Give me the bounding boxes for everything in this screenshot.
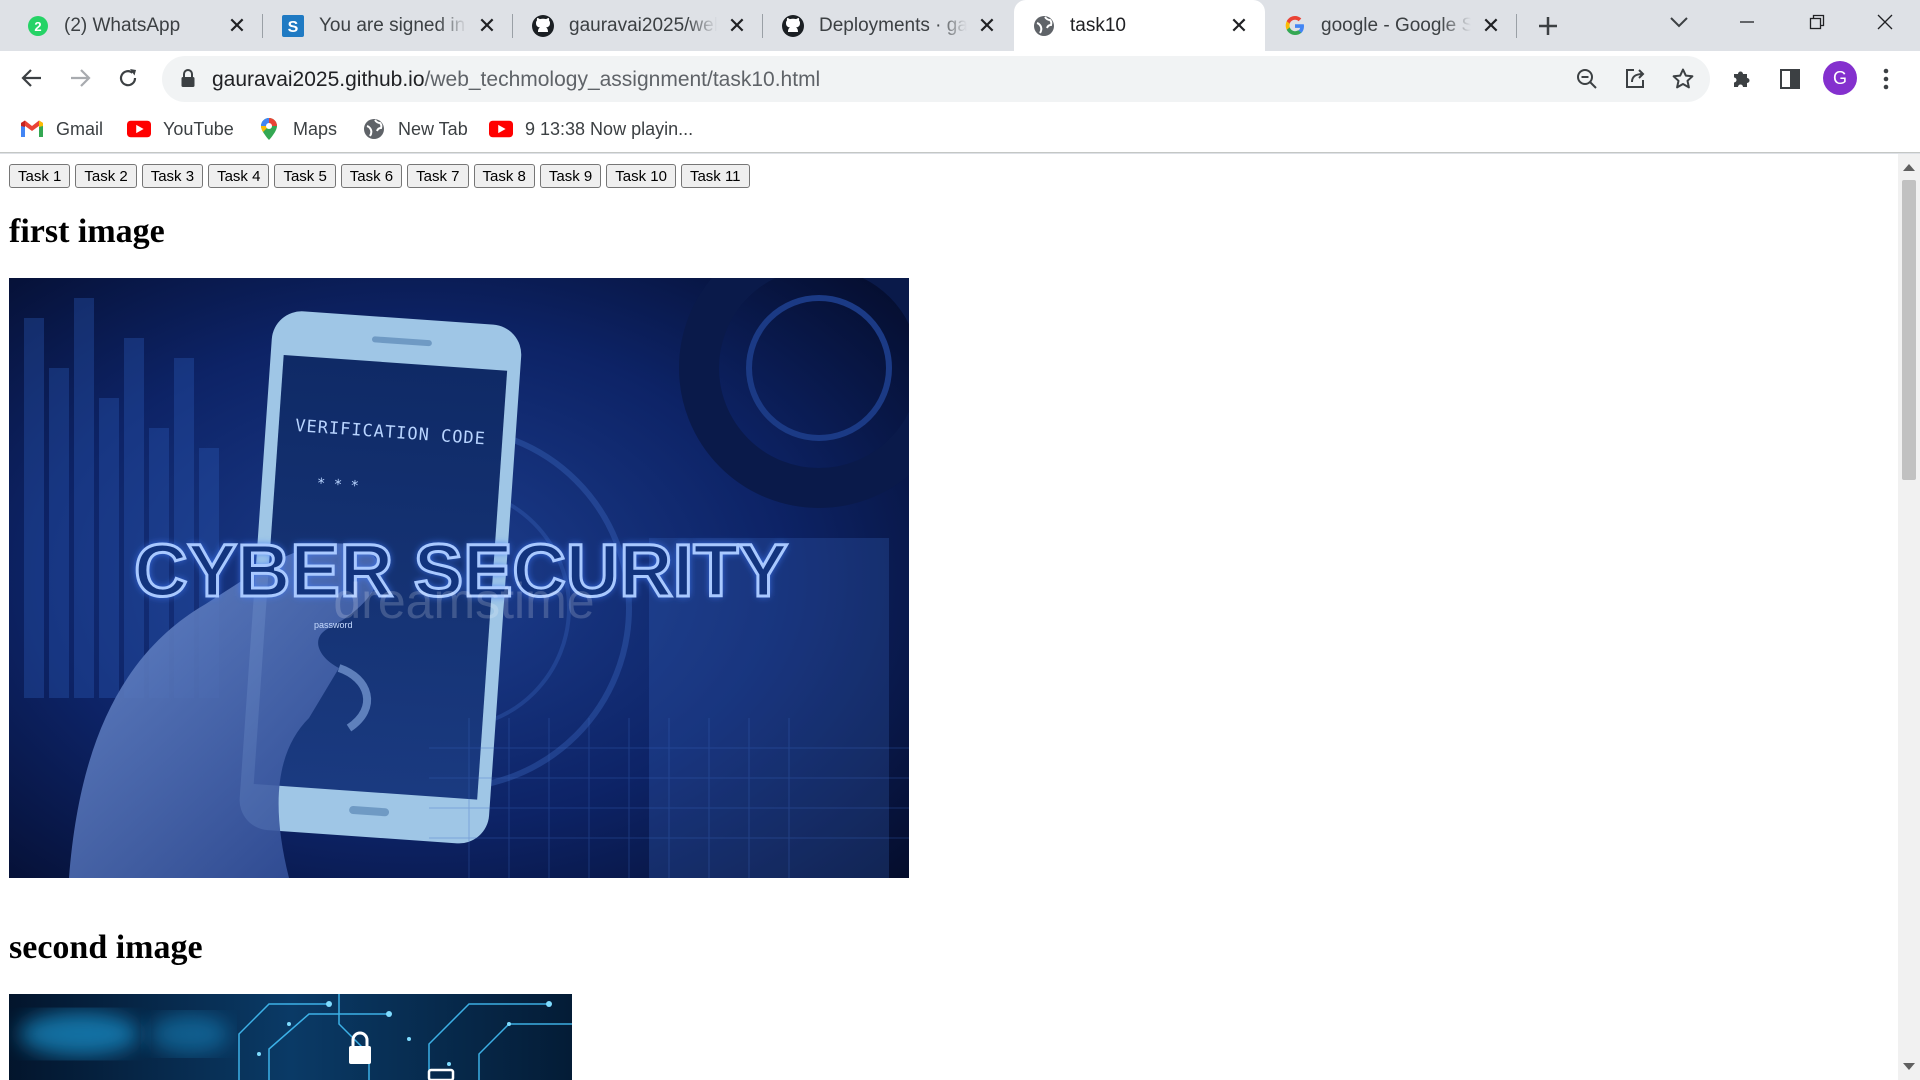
task-10-button[interactable]: Task 10	[606, 164, 676, 188]
bookmark-now-playing[interactable]: 9 13:38 Now playin...	[489, 115, 693, 143]
profile-avatar[interactable]: G	[1823, 61, 1857, 95]
task-2-button[interactable]: Task 2	[75, 164, 137, 188]
tab-github-repo[interactable]: gauravai2025/web_techmology ✕	[513, 0, 763, 51]
back-arrow-icon[interactable]	[12, 58, 52, 98]
close-icon[interactable]: ✕	[975, 13, 999, 38]
close-icon[interactable]: ✕	[225, 13, 249, 38]
github-icon	[781, 14, 805, 38]
url-path: /web_techmology_assignment/task10.html	[424, 68, 821, 91]
github-icon	[531, 14, 555, 38]
tab-title: (2) WhatsApp	[64, 14, 181, 36]
heading-second-image: second image	[9, 929, 203, 966]
extensions-puzzle-icon[interactable]	[1726, 63, 1758, 95]
tab-whatsapp[interactable]: 2 (2) WhatsApp ✕	[8, 0, 263, 51]
task-8-button[interactable]: Task 8	[473, 164, 535, 188]
task-7-button[interactable]: Task 7	[407, 164, 469, 188]
heading-first-image: first image	[9, 213, 165, 250]
google-icon	[1283, 14, 1307, 38]
youtube-icon	[489, 117, 513, 141]
page-scrollbar[interactable]	[1898, 154, 1920, 1080]
s-logo-icon: S	[281, 14, 305, 38]
task-9-button[interactable]: Task 9	[539, 164, 602, 188]
address-bar[interactable]: gauravai2025.github.io/web_techmology_as…	[162, 56, 1710, 102]
bookmark-label: YouTube	[163, 118, 234, 139]
tab-separator	[1516, 14, 1517, 38]
second-image	[9, 994, 572, 1080]
forward-arrow-icon[interactable]	[60, 58, 100, 98]
tab-google-search[interactable]: google - Google Search ✕	[1265, 0, 1517, 51]
tab-task10[interactable]: task10 ✕	[1014, 0, 1265, 51]
share-icon[interactable]	[1621, 65, 1649, 93]
bookmark-new-tab[interactable]: New Tab	[362, 115, 468, 143]
scroll-up-arrow-icon[interactable]	[1903, 164, 1915, 171]
window-close-icon[interactable]	[1850, 0, 1920, 44]
url-host: gauravai2025.github.io	[212, 68, 425, 91]
bookmark-label: 9 13:38 Now playin...	[525, 118, 694, 139]
first-image: VERIFICATION CODE * * * CYBER SECURITY C…	[9, 278, 909, 878]
bookmark-maps[interactable]: Maps	[257, 115, 337, 143]
bookmark-star-icon[interactable]	[1669, 65, 1697, 93]
zoom-out-icon[interactable]	[1573, 65, 1601, 93]
tab-deployments[interactable]: Deployments · gauravai2025 ✕	[763, 0, 1013, 51]
close-icon[interactable]: ✕	[725, 13, 749, 38]
maps-icon	[257, 117, 281, 141]
task-11-button[interactable]: Task 11	[680, 164, 750, 188]
tab-title: Deployments · gauravai2025	[819, 14, 967, 36]
whatsapp-icon: 2	[26, 14, 50, 38]
tab-strip: 2 (2) WhatsApp ✕ S You are signed in as …	[0, 0, 1920, 51]
url-text: gauravai2025.github.io/web_techmology_as…	[212, 68, 820, 92]
svg-text:* * *: * * *	[316, 476, 359, 495]
close-icon[interactable]: ✕	[1227, 13, 1251, 38]
bookmark-gmail[interactable]: Gmail	[20, 115, 103, 143]
image-password-text: password	[314, 620, 353, 630]
tab-badge: 2	[34, 19, 41, 34]
close-icon[interactable]: ✕	[475, 13, 499, 38]
tab-signed-in[interactable]: S You are signed in as ✕	[263, 0, 513, 51]
tab-title: gauravai2025/web_techmology	[569, 14, 717, 36]
minimize-icon[interactable]	[1712, 0, 1782, 44]
globe-icon	[362, 117, 386, 141]
task-3-button[interactable]: Task 3	[141, 164, 204, 188]
browser-toolbar: gauravai2025.github.io/web_techmology_as…	[0, 51, 1920, 105]
more-menu-icon[interactable]	[1870, 63, 1902, 95]
bookmark-label: New Tab	[398, 118, 468, 139]
new-tab-button[interactable]	[1530, 8, 1566, 44]
side-panel-icon[interactable]	[1774, 63, 1806, 95]
bookmark-youtube[interactable]: YouTube	[127, 115, 234, 143]
youtube-icon	[127, 117, 151, 141]
page-viewport: Task 1 Task 2 Task 3 Task 4 Task 5 Task …	[0, 154, 1898, 1080]
bookmarks-bar: Gmail YouTube Maps New Tab 9 13:38 Now p…	[0, 105, 1920, 153]
scrollbar-thumb[interactable]	[1902, 180, 1916, 480]
bookmark-label: Gmail	[56, 118, 104, 139]
gmail-icon	[20, 117, 44, 141]
svg-text:S: S	[288, 19, 299, 36]
task-nav: Task 1 Task 2 Task 3 Task 4 Task 5 Task …	[9, 164, 750, 188]
task-4-button[interactable]: Task 4	[208, 164, 270, 188]
tab-title: task10	[1070, 14, 1126, 36]
restore-icon[interactable]	[1782, 0, 1852, 44]
bookmark-label: Maps	[293, 118, 338, 139]
tab-title: google - Google Search	[1321, 14, 1471, 36]
close-icon[interactable]: ✕	[1479, 13, 1503, 38]
globe-icon	[1032, 14, 1056, 38]
tab-search-chevron-down-icon[interactable]	[1644, 0, 1714, 44]
task-1-button[interactable]: Task 1	[9, 164, 71, 188]
task-5-button[interactable]: Task 5	[274, 164, 336, 188]
scroll-down-arrow-icon[interactable]	[1903, 1063, 1915, 1070]
tab-title: You are signed in as	[319, 14, 467, 36]
image-watermark-text: dreamstime	[333, 573, 594, 629]
task-6-button[interactable]: Task 6	[340, 164, 403, 188]
lock-icon[interactable]	[180, 68, 196, 93]
reload-icon[interactable]	[108, 58, 148, 98]
